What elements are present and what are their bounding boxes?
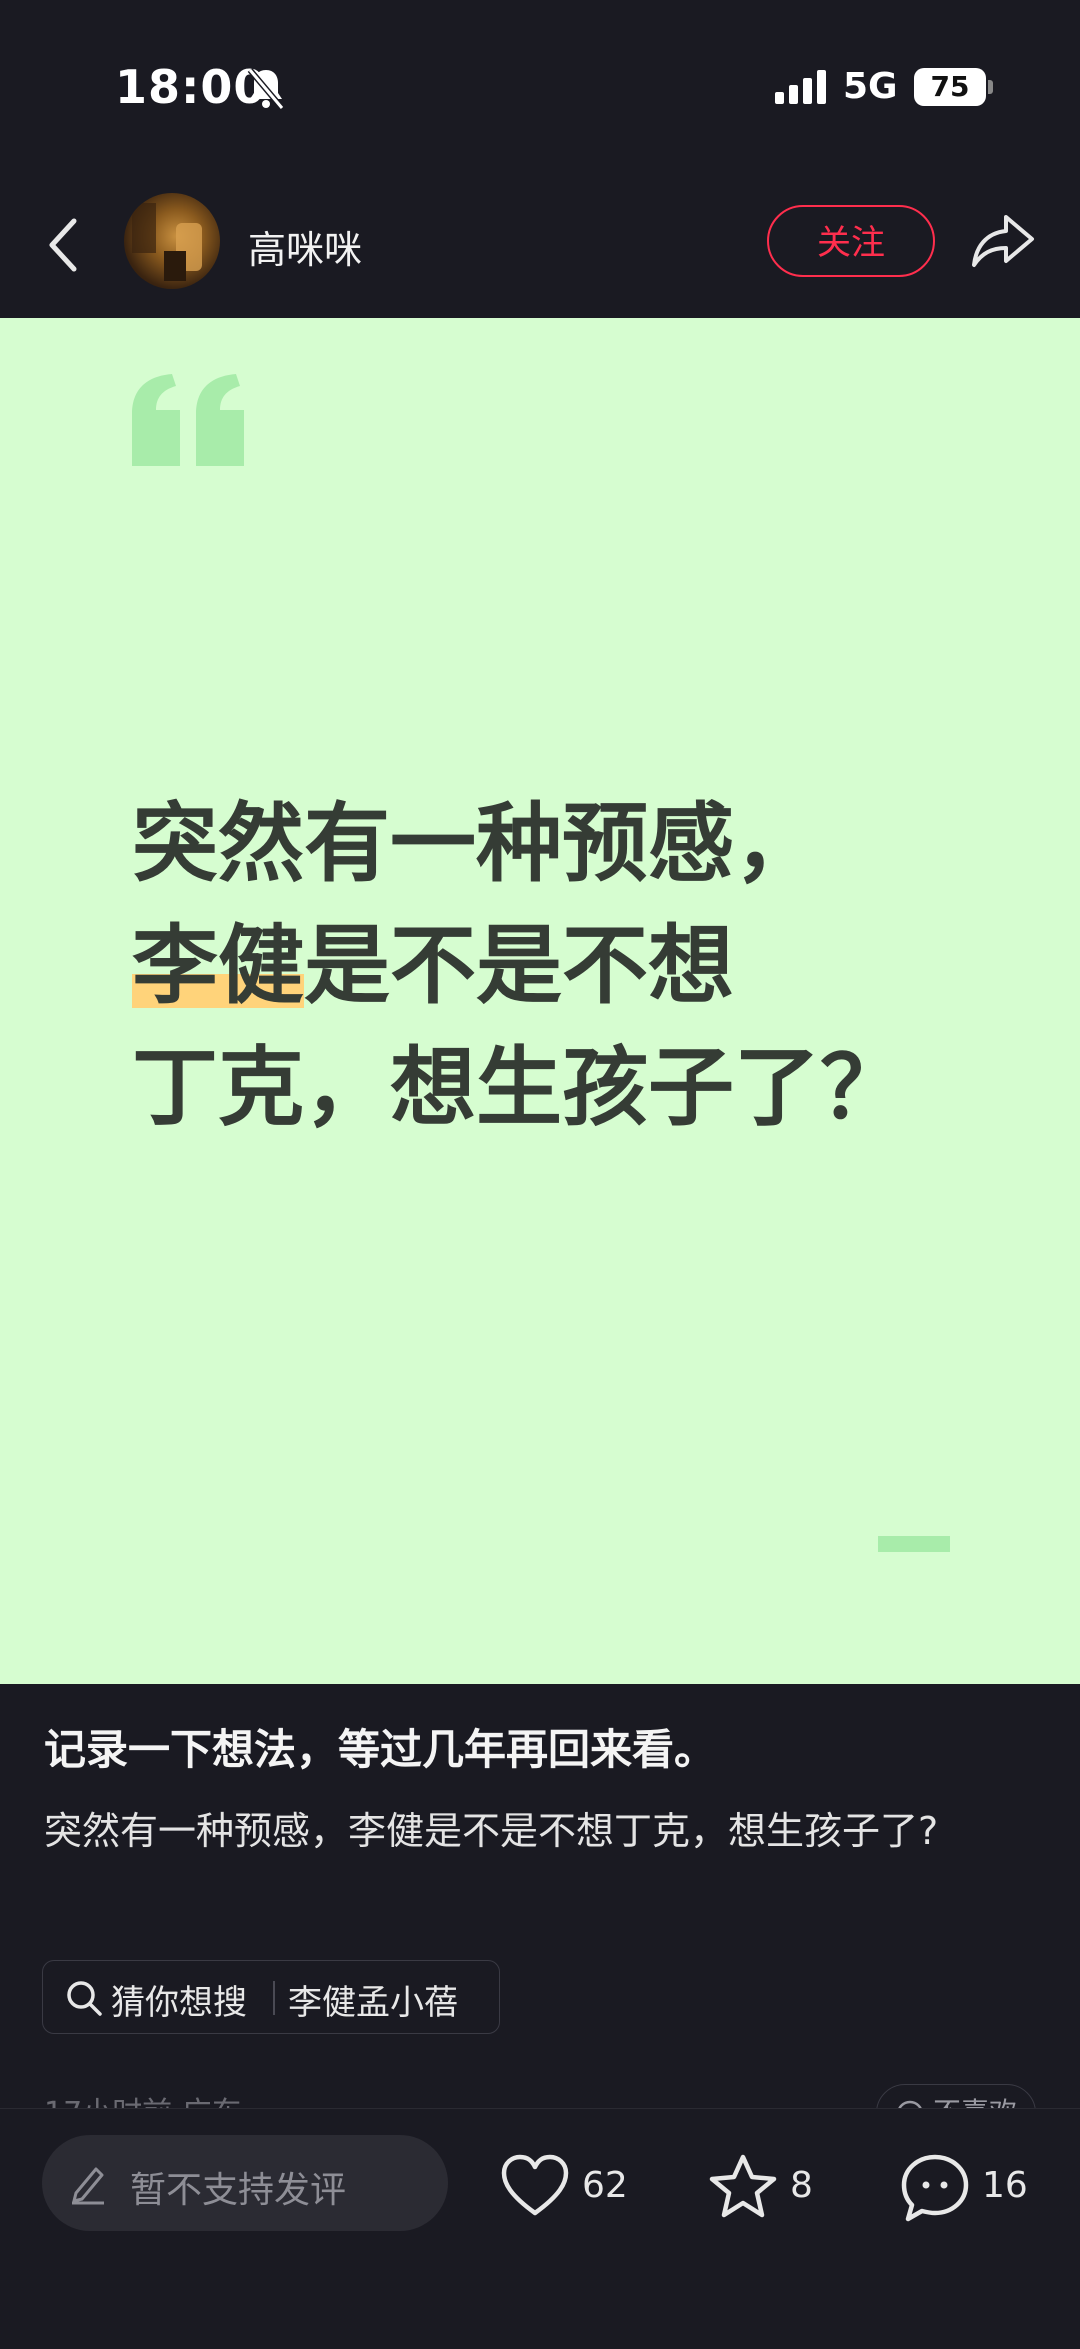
- battery-tip: [988, 80, 993, 94]
- top-nav: 高咪咪 关注: [0, 175, 1080, 318]
- bottom-action-bar: 暂不支持发评 62 8 16: [0, 2108, 1080, 2349]
- quote-line-2: 李健是不是不想: [132, 905, 906, 1027]
- cellular-signal-icon: [775, 70, 826, 104]
- comment-input[interactable]: 暂不支持发评: [42, 2135, 448, 2231]
- post-title: 记录一下想法，等过几年再回来看。: [44, 1725, 717, 1774]
- heart-icon: [501, 2154, 569, 2216]
- avatar[interactable]: [124, 193, 220, 289]
- comment-placeholder: 暂不支持发评: [130, 2170, 347, 2211]
- chevron-left-icon[interactable]: [42, 213, 86, 277]
- search-term: 李健孟小蓓: [288, 1983, 458, 2023]
- comment-count: 16: [982, 2165, 1028, 2206]
- quote-highlight: 李健: [132, 916, 304, 1016]
- quote-line-2-rest: 是不是不想: [304, 916, 734, 1016]
- post-body: 突然有一种预感，李健是不是不想丁克，想生孩子了?: [44, 1809, 939, 1853]
- network-type: 5G: [843, 66, 898, 107]
- favorite-button[interactable]: 8: [708, 2153, 828, 2223]
- suggested-search-chip[interactable]: 猜你想搜 李健孟小蓓: [42, 1960, 500, 2034]
- status-time: 18:00: [115, 60, 267, 114]
- status-bar: 18:00 5G 75: [0, 0, 1080, 175]
- search-icon: [67, 1981, 102, 2016]
- search-prefix: 猜你想搜: [111, 1983, 247, 2023]
- pen-icon: [72, 2167, 104, 2205]
- like-count: 62: [582, 2165, 628, 2206]
- like-button[interactable]: 62: [500, 2153, 640, 2223]
- follow-button[interactable]: 关注: [767, 205, 935, 277]
- quote-text: 突然有一种预感， 李健是不是不想 丁克，想生孩子了？: [132, 783, 906, 1149]
- quote-card[interactable]: 突然有一种预感， 李健是不是不想 丁克，想生孩子了？: [0, 318, 1080, 1684]
- bell-muted-icon: [247, 68, 285, 110]
- chip-divider: [273, 1981, 275, 2015]
- author-name[interactable]: 高咪咪: [248, 219, 362, 274]
- share-arrow-icon[interactable]: [970, 211, 1036, 271]
- open-quote-icon: [132, 374, 244, 466]
- decorative-dash: [878, 1536, 950, 1552]
- quote-line-1: 突然有一种预感，: [132, 794, 820, 894]
- battery-indicator: 75: [914, 68, 986, 106]
- chat-bubble-icon: [901, 2154, 969, 2222]
- quote-line-3: 丁克，想生孩子了？: [132, 1038, 906, 1138]
- comment-button[interactable]: 16: [900, 2153, 1040, 2223]
- favorite-count: 8: [790, 2165, 813, 2206]
- star-icon: [709, 2154, 777, 2218]
